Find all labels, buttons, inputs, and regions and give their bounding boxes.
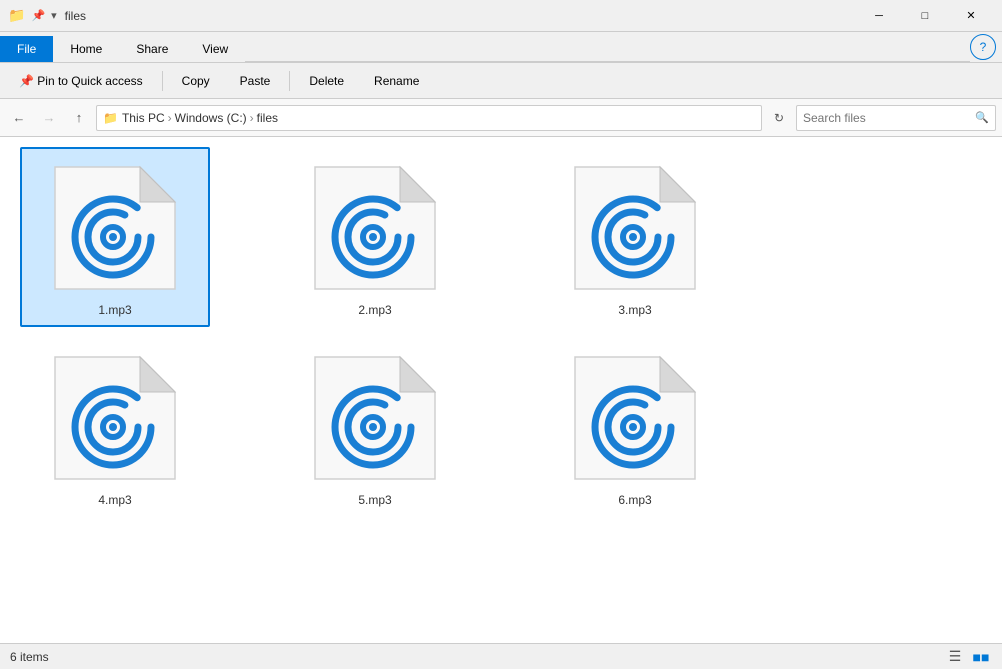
window-controls: ─ □ ✕ <box>856 0 994 32</box>
breadcrumb-windows-c[interactable]: Windows (C:) <box>175 111 247 125</box>
title-bar-icons: 📁 📌 ▾ <box>8 7 57 24</box>
quick-access-pin-icon: 📌 <box>31 9 45 22</box>
search-box[interactable]: 🔍 <box>796 105 996 131</box>
tab-file[interactable]: File <box>0 36 53 62</box>
address-bar: ← → ↑ 📁 This PC › Windows (C:) › files ↻… <box>0 99 1002 137</box>
file-name-3: 3.mp3 <box>618 303 651 317</box>
file-name-4: 4.mp3 <box>98 493 131 507</box>
breadcrumb-home-icon: 📁 <box>103 111 118 125</box>
copy-button[interactable]: Copy <box>171 70 221 92</box>
file-icon-3 <box>565 157 705 297</box>
file-icon-6 <box>565 347 705 487</box>
breadcrumb-files[interactable]: files <box>257 111 278 125</box>
delete-button[interactable]: Delete <box>298 70 355 92</box>
minimize-button[interactable]: ─ <box>856 0 902 32</box>
close-button[interactable]: ✕ <box>948 0 994 32</box>
file-name-1: 1.mp3 <box>98 303 131 317</box>
tab-home[interactable]: Home <box>53 36 119 62</box>
ribbon-tabs: File Home Share View ? <box>0 32 1002 62</box>
path-separator-2: › <box>250 111 254 125</box>
refresh-button[interactable]: ↻ <box>766 105 792 131</box>
file-icon-5 <box>305 347 445 487</box>
file-item-2[interactable]: 2.mp3 <box>280 147 470 327</box>
back-button[interactable]: ← <box>6 105 32 131</box>
ribbon-content: 📌 Pin to Quick access Copy Paste Delete … <box>0 62 1002 98</box>
title-bar-arrow-icon: ▾ <box>51 9 57 22</box>
breadcrumb-this-pc[interactable]: This PC <box>122 111 165 125</box>
file-item-1[interactable]: 1.mp3 <box>20 147 210 327</box>
file-icon-4 <box>45 347 185 487</box>
paste-button[interactable]: Paste <box>229 70 282 92</box>
search-icon: 🔍 <box>975 111 989 124</box>
file-item-4[interactable]: 4.mp3 <box>20 337 210 517</box>
file-grid: 1.mp3 2.mp3 <box>20 147 982 517</box>
file-icon-1 <box>45 157 185 297</box>
help-button[interactable]: ? <box>970 34 996 60</box>
forward-button[interactable]: → <box>36 105 62 131</box>
pin-quick-access-button[interactable]: 📌 Pin to Quick access <box>8 70 154 92</box>
file-name-6: 6.mp3 <box>618 493 651 507</box>
file-icon-2 <box>305 157 445 297</box>
file-item-6[interactable]: 6.mp3 <box>540 337 730 517</box>
main-layout: 1.mp3 2.mp3 <box>0 137 1002 643</box>
ribbon: File Home Share View ? 📌 Pin to Quick ac… <box>0 32 1002 99</box>
file-grid-area: 1.mp3 2.mp3 <box>0 137 1002 643</box>
search-input[interactable] <box>803 111 971 125</box>
title-bar: 📁 📌 ▾ files ─ □ ✕ <box>0 0 1002 32</box>
up-button[interactable]: ↑ <box>66 105 92 131</box>
file-name-5: 5.mp3 <box>358 493 391 507</box>
folder-icon: 📁 <box>8 7 25 24</box>
grid-view-button[interactable]: ■■ <box>970 646 992 668</box>
address-path[interactable]: 📁 This PC › Windows (C:) › files <box>96 105 762 131</box>
tab-view[interactable]: View <box>185 36 245 62</box>
file-item-5[interactable]: 5.mp3 <box>280 337 470 517</box>
file-item-3[interactable]: 3.mp3 <box>540 147 730 327</box>
path-separator-1: › <box>168 111 172 125</box>
status-bar: 6 items ☰ ■■ <box>0 643 1002 669</box>
item-count: 6 items <box>10 650 49 664</box>
file-name-2: 2.mp3 <box>358 303 391 317</box>
window-title: files <box>65 9 856 23</box>
rename-button[interactable]: Rename <box>363 70 430 92</box>
tab-share[interactable]: Share <box>119 36 185 62</box>
view-controls: ☰ ■■ <box>944 646 992 668</box>
maximize-button[interactable]: □ <box>902 0 948 32</box>
list-view-button[interactable]: ☰ <box>944 646 966 668</box>
